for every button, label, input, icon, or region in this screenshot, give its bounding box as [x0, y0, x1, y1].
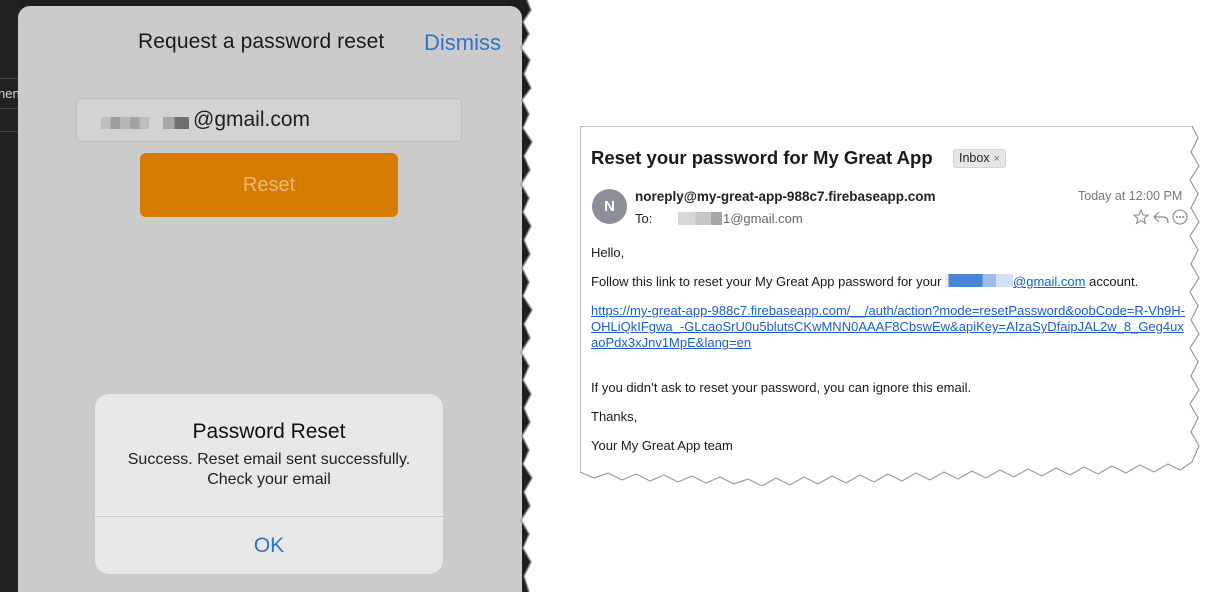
reset-password-link[interactable]: https://my-great-app-988c7.firebaseapp.c… — [591, 303, 1187, 351]
mailbox-badge[interactable]: Inbox × — [953, 149, 1007, 168]
sheet-title: Request a password reset — [138, 30, 385, 53]
alert-message: Success. Reset email sent successfully. … — [127, 451, 411, 488]
email-instruction: Follow this link to reset your My Great … — [591, 274, 1191, 289]
email-field-value: @gmail.com — [193, 108, 311, 131]
redacted-email-part — [945, 274, 1014, 287]
redacted-email-part — [163, 117, 189, 129]
reply-icon[interactable] — [1152, 210, 1170, 225]
alert-title: Password Reset — [192, 420, 346, 443]
email-timestamp: Today at 12:00 PM — [1078, 189, 1183, 203]
email-greeting: Hello, — [591, 245, 625, 260]
signature: Your My Great App team — [591, 438, 733, 453]
instruction-email-link[interactable]: @gmail.com — [1013, 274, 1085, 289]
to-label: To: — [635, 211, 653, 226]
sign-off: Thanks, — [591, 409, 638, 424]
email-subject: Reset your password for My Great App — [591, 147, 933, 168]
redacted-recipient — [678, 212, 722, 225]
instruction-suffix: account. — [1089, 274, 1139, 289]
email-field[interactable]: @gmail.com — [76, 98, 462, 142]
background-divider — [0, 78, 18, 79]
avatar: N — [592, 189, 627, 224]
phone-screenshot: nen Request a password reset Dismiss @gm… — [0, 0, 535, 592]
sender-address: noreply@my-great-app-988c7.firebaseapp.c… — [635, 189, 936, 204]
redacted-email-part — [101, 117, 149, 129]
more-icon[interactable] — [1172, 209, 1188, 225]
dismiss-button[interactable]: Dismiss — [424, 30, 501, 56]
background-divider — [0, 131, 18, 132]
ignore-notice: If you didn’t ask to reset your password… — [591, 380, 972, 395]
background-app-text: nen — [0, 86, 20, 101]
password-reset-sheet: Request a password reset Dismiss @gmail.… — [18, 6, 522, 592]
background-divider — [0, 108, 18, 109]
reset-button[interactable]: Reset — [140, 153, 398, 217]
password-reset-alert: Password Reset Success. Reset email sent… — [95, 394, 443, 574]
instruction-prefix: Follow this link to reset your My Great … — [591, 274, 942, 289]
mailbox-badge-label: Inbox — [959, 151, 990, 165]
star-icon[interactable] — [1133, 209, 1149, 225]
close-icon[interactable]: × — [994, 153, 1000, 165]
email-screenshot: Reset your password for My Great App Inb… — [580, 126, 1200, 486]
recipient-address: 1@gmail.com — [723, 211, 803, 226]
ok-button[interactable]: OK — [95, 517, 443, 574]
torn-paper-edge — [519, 0, 535, 592]
